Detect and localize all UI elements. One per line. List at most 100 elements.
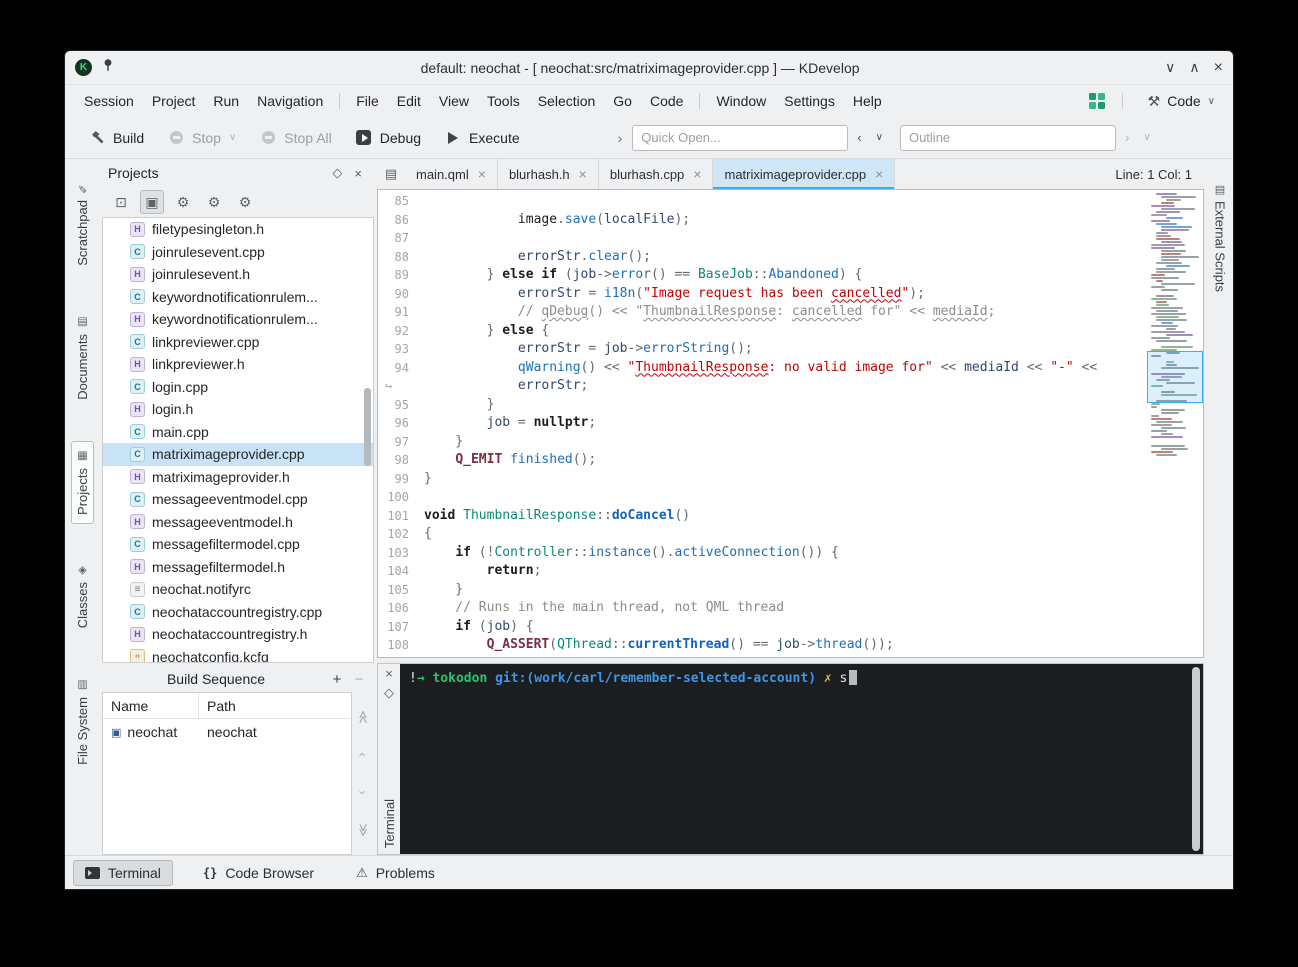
- shade-button[interactable]: ∨: [1165, 59, 1175, 76]
- sidebar-tab-projects[interactable]: Projects▦: [71, 441, 94, 524]
- tree-item[interactable]: Cmain.cpp: [103, 421, 373, 444]
- menu-tools[interactable]: Tools: [478, 89, 529, 113]
- tree-item[interactable]: Ckeywordnotificationrulem...: [103, 286, 373, 309]
- column-header-name[interactable]: Name: [103, 693, 199, 718]
- tab-close-icon[interactable]: ×: [579, 166, 587, 182]
- tab-close-icon[interactable]: ×: [693, 166, 701, 182]
- code-editor[interactable]: 8586 image.save(localFile);8788 errorStr…: [377, 189, 1204, 658]
- editor-tab-blurhash-h[interactable]: blurhash.h×: [498, 159, 599, 189]
- next-button[interactable]: ›: [1120, 128, 1134, 147]
- project-file-tree[interactable]: Hfiletypesingleton.hCjoinrulesevent.cppH…: [102, 217, 374, 663]
- move-down-icon[interactable]: ›: [356, 790, 371, 794]
- sidebar-tab-file-system[interactable]: File System▥: [71, 670, 94, 774]
- menu-session[interactable]: Session: [75, 89, 143, 113]
- build-sequence-table[interactable]: Name Path ▣neochatneochat: [102, 692, 352, 855]
- sidebar-tab-scratchpad[interactable]: Scratchpad✎: [71, 173, 94, 275]
- menu-selection[interactable]: Selection: [529, 89, 605, 113]
- tree-item[interactable]: Hfiletypesingleton.h: [103, 218, 373, 241]
- menu-window[interactable]: Window: [707, 89, 775, 113]
- tree-item[interactable]: Cjoinrulesevent.cpp: [103, 241, 373, 264]
- tree-item[interactable]: ≡neochat.notifyrc: [103, 578, 373, 601]
- line-number: 96: [378, 414, 424, 433]
- tree-item[interactable]: Clogin.cpp: [103, 376, 373, 399]
- tree-item[interactable]: Cmessagefiltermodel.cpp: [103, 533, 373, 556]
- tree-item[interactable]: Cneochataccountregistry.cpp: [103, 601, 373, 624]
- tree-item[interactable]: Hneochataccountregistry.h: [103, 623, 373, 646]
- tree-item[interactable]: Hjoinrulesevent.h: [103, 263, 373, 286]
- configure-gear-2-icon[interactable]: ⚙: [202, 190, 226, 214]
- sidebar-tab-external-scripts[interactable]: ▤External Scripts: [1210, 175, 1231, 300]
- pin-icon[interactable]: [101, 58, 115, 77]
- move-up-icon[interactable]: ‹: [356, 753, 371, 757]
- maximize-button[interactable]: ∧: [1189, 59, 1199, 76]
- menu-file[interactable]: File: [347, 89, 388, 113]
- close-panel-icon[interactable]: ×: [348, 166, 368, 181]
- menu-go[interactable]: Go: [604, 89, 641, 113]
- menu-run[interactable]: Run: [204, 89, 248, 113]
- move-bottom-icon[interactable]: ≫: [355, 823, 371, 837]
- stop-button[interactable]: Stop ∨: [158, 124, 246, 152]
- tree-item[interactable]: Hmatriximageprovider.h: [103, 466, 373, 489]
- code-view[interactable]: 8586 image.save(localFile);8788 errorStr…: [378, 190, 1147, 657]
- terminal-scrollbar[interactable]: [1192, 667, 1200, 851]
- editor-tab-main-qml[interactable]: main.qml×: [405, 159, 498, 189]
- editor-tab-matriximageprovider-cpp[interactable]: matriximageprovider.cpp×: [713, 159, 895, 189]
- tree-item[interactable]: Hkeywordnotificationrulem...: [103, 308, 373, 331]
- build-selection-icon[interactable]: ⊡: [109, 190, 133, 214]
- tree-item[interactable]: Hlogin.h: [103, 398, 373, 421]
- tree-item[interactable]: Cmessageeventmodel.cpp: [103, 488, 373, 511]
- stop-dropdown-icon[interactable]: ∨: [229, 132, 236, 143]
- execute-button[interactable]: Execute: [435, 124, 530, 152]
- menu-help[interactable]: Help: [844, 89, 891, 113]
- close-terminal-icon[interactable]: ×: [385, 667, 393, 681]
- tab-close-icon[interactable]: ×: [478, 166, 486, 182]
- tree-item[interactable]: Hlinkpreviewer.h: [103, 353, 373, 376]
- tree-item[interactable]: Clinkpreviewer.cpp: [103, 331, 373, 354]
- menu-navigation[interactable]: Navigation: [248, 89, 332, 113]
- menu-project[interactable]: Project: [143, 89, 205, 113]
- sidebar-tab-documents[interactable]: Documents▤: [71, 307, 94, 409]
- debug-button[interactable]: Debug: [346, 124, 431, 152]
- minimap[interactable]: [1147, 190, 1203, 657]
- area-selector[interactable]: ⚒ Code ∨: [1140, 90, 1223, 113]
- prev-dropdown-icon[interactable]: ∨: [871, 130, 888, 145]
- outline-input[interactable]: [900, 125, 1116, 151]
- menu-code[interactable]: Code: [641, 89, 692, 113]
- toolbar-expander-icon[interactable]: ›: [612, 130, 629, 146]
- add-build-item-button[interactable]: +: [326, 668, 348, 690]
- bottom-tab-code-browser[interactable]: {}Code Browser: [191, 860, 326, 886]
- area-switcher-icon[interactable]: [1089, 93, 1105, 109]
- stop-all-button[interactable]: Stop All: [250, 124, 341, 152]
- tab-close-icon[interactable]: ×: [875, 166, 883, 182]
- column-header-path[interactable]: Path: [199, 698, 244, 714]
- tree-scrollbar[interactable]: [364, 388, 371, 466]
- menu-view[interactable]: View: [430, 89, 478, 113]
- titlebar[interactable]: K default: neochat - [ neochat:src/matri…: [65, 51, 1233, 85]
- remove-build-item-button[interactable]: −: [348, 668, 370, 690]
- sync-selection-icon[interactable]: ▣: [140, 190, 164, 214]
- bottom-tab-terminal[interactable]: Terminal: [73, 860, 173, 886]
- sidebar-tab-classes[interactable]: Classes◈: [71, 555, 94, 637]
- minimap-viewport[interactable]: [1147, 351, 1203, 403]
- editor-tab-blurhash-cpp[interactable]: blurhash.cpp×: [599, 159, 714, 189]
- configure-gear-icon[interactable]: ⚙: [171, 190, 195, 214]
- build-button[interactable]: Build: [79, 124, 154, 152]
- bottom-tab-problems[interactable]: ⚠Problems: [344, 860, 447, 886]
- tree-item[interactable]: ‹›neochatconfig.kcfg: [103, 646, 373, 664]
- detach-terminal-icon[interactable]: ◇: [384, 686, 394, 700]
- quick-open-input[interactable]: [632, 125, 848, 151]
- detach-panel-icon[interactable]: ◇: [326, 165, 348, 181]
- close-button[interactable]: ×: [1214, 59, 1223, 77]
- menu-settings[interactable]: Settings: [775, 89, 844, 113]
- configure-gear-3-icon[interactable]: ⚙: [233, 190, 257, 214]
- tree-item[interactable]: Hmessagefiltermodel.h: [103, 556, 373, 579]
- table-row[interactable]: ▣neochatneochat: [103, 719, 351, 745]
- prev-button[interactable]: ‹: [852, 128, 866, 147]
- tree-item[interactable]: Hmessageeventmodel.h: [103, 511, 373, 534]
- next-dropdown-icon[interactable]: ∨: [1138, 130, 1155, 145]
- menu-edit[interactable]: Edit: [388, 89, 430, 113]
- document-list-icon[interactable]: ▤: [377, 159, 405, 189]
- terminal-output[interactable]: !→ tokodon git:(work/carl/remember-selec…: [400, 664, 1203, 854]
- tree-item[interactable]: Cmatriximageprovider.cpp: [103, 443, 373, 466]
- move-top-icon[interactable]: ≪: [355, 710, 371, 724]
